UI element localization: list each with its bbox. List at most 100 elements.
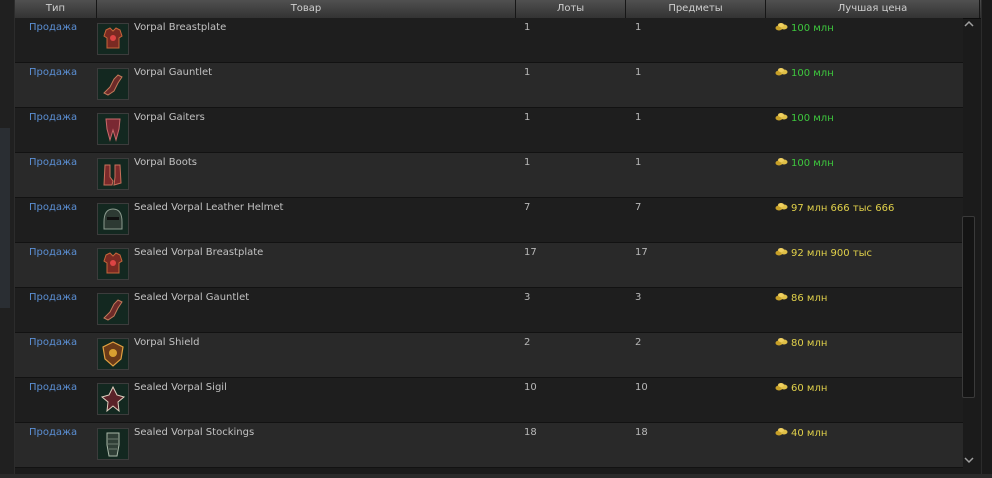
stockings-icon[interactable] xyxy=(97,428,129,460)
items-count: 3 xyxy=(635,292,642,303)
price-value: 40 млн xyxy=(791,428,828,439)
items-count: 2 xyxy=(635,337,642,348)
helmet-icon[interactable] xyxy=(97,203,129,235)
scrollbar-thumb[interactable] xyxy=(962,216,975,398)
adena-coin-icon xyxy=(775,158,788,166)
best-price: 40 млн xyxy=(775,427,827,439)
chevron-down-icon[interactable] xyxy=(963,456,975,468)
item-name: Vorpal Shield xyxy=(134,337,200,348)
item-name: Sealed Vorpal Sigil xyxy=(134,382,227,393)
items-count: 1 xyxy=(635,157,642,168)
items-count: 10 xyxy=(635,382,648,393)
type-link[interactable]: Продажа xyxy=(29,247,77,258)
price-value: 100 млн xyxy=(791,113,834,124)
window-left-edge xyxy=(0,0,14,478)
item-name: Vorpal Gauntlet xyxy=(134,67,213,78)
breastplate-icon[interactable] xyxy=(97,23,129,55)
price-value: 100 млн xyxy=(791,158,834,169)
type-link[interactable]: Продажа xyxy=(29,382,77,393)
scrollbar[interactable] xyxy=(960,18,978,472)
lots-count: 1 xyxy=(524,67,531,78)
table-row[interactable]: Продажа Vorpal Gaiters 1 1 100 млн xyxy=(15,108,963,153)
best-price: 80 млн xyxy=(775,337,827,349)
type-link[interactable]: Продажа xyxy=(29,67,77,78)
item-name: Sealed Vorpal Stockings xyxy=(134,427,255,438)
type-link[interactable]: Продажа xyxy=(29,157,77,168)
table-row[interactable]: Продажа Sealed Vorpal Sigil 10 10 60 млн xyxy=(15,378,963,423)
items-count: 1 xyxy=(635,112,642,123)
type-link[interactable]: Продажа xyxy=(29,202,77,213)
items-count: 7 xyxy=(635,202,642,213)
gaiters-icon[interactable] xyxy=(97,113,129,145)
price-value: 80 млн xyxy=(791,338,828,349)
auction-list-panel: Тип Товар Лоты Предметы Лучшая цена Прод… xyxy=(14,0,982,474)
type-link[interactable]: Продажа xyxy=(29,427,77,438)
column-header-items[interactable]: Предметы xyxy=(626,0,766,18)
window-bottom-edge xyxy=(0,474,992,478)
adena-coin-icon xyxy=(775,338,788,346)
best-price: 100 млн xyxy=(775,112,834,124)
price-value: 100 млн xyxy=(791,68,834,79)
gauntlet-icon[interactable] xyxy=(97,293,129,325)
item-name: Vorpal Boots xyxy=(134,157,197,168)
table-row[interactable]: Продажа Vorpal Breastplate 1 1 100 млн xyxy=(15,18,963,63)
best-price: 60 млн xyxy=(775,382,827,394)
table-row[interactable]: Продажа Sealed Vorpal Breastplate 17 17 92 м… xyxy=(15,243,963,288)
item-name: Vorpal Gaiters xyxy=(134,112,205,123)
lots-count: 3 xyxy=(524,292,531,303)
type-link[interactable]: Продажа xyxy=(29,292,77,303)
item-name: Sealed Vorpal Leather Helmet xyxy=(134,202,284,213)
items-count: 17 xyxy=(635,247,648,258)
best-price: 100 млн xyxy=(775,22,834,34)
items-count: 18 xyxy=(635,427,648,438)
boots-icon[interactable] xyxy=(97,158,129,190)
sigil-icon[interactable] xyxy=(97,383,129,415)
auction-rows: Продажа Vorpal Breastplate 1 1 100 млн Продаж… xyxy=(15,18,963,468)
background-highlight xyxy=(0,128,10,308)
price-value: 92 млн 900 тыс xyxy=(791,248,873,259)
column-header-lots[interactable]: Лоты xyxy=(516,0,626,18)
item-name: Sealed Vorpal Gauntlet xyxy=(134,292,250,303)
type-link[interactable]: Продажа xyxy=(29,22,77,33)
table-header: Тип Товар Лоты Предметы Лучшая цена xyxy=(15,0,981,19)
best-price: 100 млн xyxy=(775,157,834,169)
best-price: 92 млн 900 тыс xyxy=(775,247,872,259)
table-row[interactable]: Продажа Vorpal Shield 2 2 80 млн xyxy=(15,333,963,378)
type-link[interactable]: Продажа xyxy=(29,337,77,348)
chevron-up-icon[interactable] xyxy=(963,20,975,32)
adena-coin-icon xyxy=(775,248,788,256)
lots-count: 17 xyxy=(524,247,537,258)
adena-coin-icon xyxy=(775,428,788,436)
lots-count: 2 xyxy=(524,337,531,348)
adena-coin-icon xyxy=(775,113,788,121)
best-price: 97 млн 666 тыс 666 xyxy=(775,202,894,214)
lots-count: 10 xyxy=(524,382,537,393)
lots-count: 1 xyxy=(524,22,531,33)
shield-icon[interactable] xyxy=(97,338,129,370)
table-row[interactable]: Продажа Sealed Vorpal Leather Helmet 7 7 97 … xyxy=(15,198,963,243)
lots-count: 18 xyxy=(524,427,537,438)
price-value: 100 млн xyxy=(791,23,834,34)
type-link[interactable]: Продажа xyxy=(29,112,77,123)
breastplate-icon[interactable] xyxy=(97,248,129,280)
column-header-item[interactable]: Товар xyxy=(97,0,516,18)
column-header-best-price[interactable]: Лучшая цена xyxy=(766,0,980,18)
best-price: 100 млн xyxy=(775,67,834,79)
table-row[interactable]: Продажа Sealed Vorpal Gauntlet 3 3 86 млн xyxy=(15,288,963,333)
adena-coin-icon xyxy=(775,203,788,211)
column-header-type[interactable]: Тип xyxy=(15,0,97,18)
adena-coin-icon xyxy=(775,293,788,301)
price-value: 60 млн xyxy=(791,383,828,394)
table-row[interactable]: Продажа Sealed Vorpal Stockings 18 18 40 млн xyxy=(15,423,963,468)
items-count: 1 xyxy=(635,67,642,78)
lots-count: 1 xyxy=(524,112,531,123)
adena-coin-icon xyxy=(775,383,788,391)
price-value: 86 млн xyxy=(791,293,828,304)
table-row[interactable]: Продажа Vorpal Boots 1 1 100 млн xyxy=(15,153,963,198)
gauntlet-icon[interactable] xyxy=(97,68,129,100)
best-price: 86 млн xyxy=(775,292,827,304)
adena-coin-icon xyxy=(775,23,788,31)
table-row[interactable]: Продажа Vorpal Gauntlet 1 1 100 млн xyxy=(15,63,963,108)
item-name: Sealed Vorpal Breastplate xyxy=(134,247,264,258)
items-count: 1 xyxy=(635,22,642,33)
